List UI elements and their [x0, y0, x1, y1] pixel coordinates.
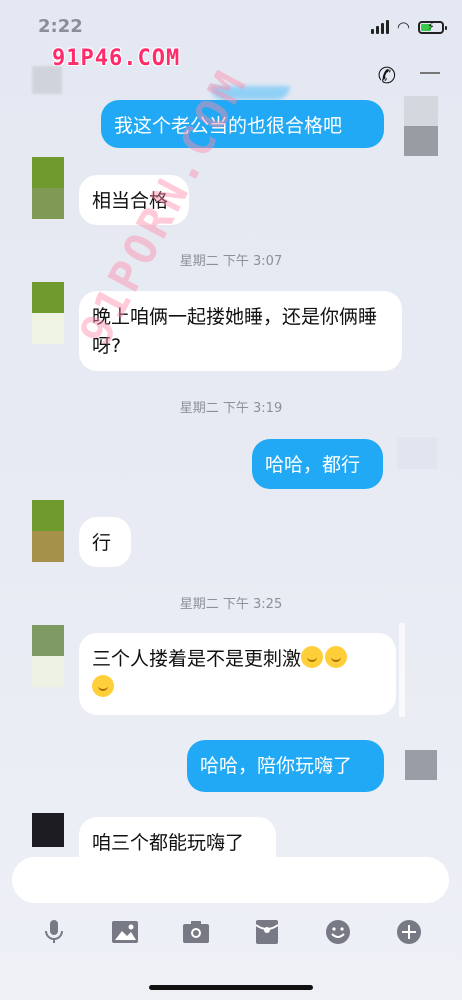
message-bubble-outgoing[interactable]: 哈哈，都行 [252, 439, 383, 489]
yawning-emoji-icon [92, 675, 114, 697]
my-avatar[interactable] [397, 437, 437, 469]
message-bubble-outgoing[interactable]: 哈哈，陪你玩嗨了 [187, 740, 384, 792]
my-avatar[interactable] [405, 750, 437, 780]
message-text: 三个人搂着是不是更刺激 [92, 648, 302, 670]
emoji-icon[interactable] [320, 914, 356, 950]
timestamp: 星期二 下午 3:07 [179, 254, 283, 269]
status-bar: 2:22 ◠ ⚡ [0, 0, 462, 50]
input-toolbar [0, 912, 462, 952]
red-packet-icon[interactable] [249, 914, 285, 950]
more-menu-icon[interactable] [420, 72, 440, 74]
message-text: 行 [92, 532, 112, 554]
contact-avatar[interactable] [32, 500, 64, 562]
contact-avatar[interactable] [32, 625, 64, 687]
message-text: 哈哈，都行 [265, 454, 361, 476]
divider [399, 623, 405, 717]
battery-icon: ⚡ [418, 20, 447, 34]
message-input[interactable] [12, 857, 449, 903]
message-bubble-incoming[interactable]: 三个人搂着是不是更刺激 [79, 633, 396, 715]
message-text: 咱三个都能玩嗨了 [92, 832, 245, 854]
home-indicator [149, 985, 313, 990]
status-icons: ◠ ⚡ [370, 18, 447, 36]
yawning-emoji-icon [301, 646, 324, 668]
camera-icon[interactable] [178, 914, 214, 950]
microphone-icon[interactable] [36, 914, 72, 950]
status-time: 2:22 [38, 16, 83, 37]
message-bubble-incoming[interactable]: 咱三个都能玩嗨了 [79, 817, 276, 857]
signal-icon [370, 20, 389, 34]
contact-avatar[interactable] [32, 157, 64, 219]
message-text: 哈哈，陪你玩嗨了 [200, 755, 353, 777]
message-bubble-incoming[interactable]: 行 [79, 517, 131, 567]
yawning-emoji-icon [325, 646, 348, 668]
back-button[interactable] [32, 66, 62, 94]
timestamp: 星期二 下午 3:19 [179, 401, 283, 416]
contact-avatar[interactable] [32, 813, 64, 847]
phone-call-icon[interactable]: ✆ [378, 64, 396, 89]
contact-avatar[interactable] [32, 282, 64, 344]
image-icon[interactable] [107, 914, 143, 950]
plus-icon[interactable] [391, 914, 427, 950]
wifi-icon: ◠ [396, 18, 410, 36]
my-avatar[interactable] [404, 96, 438, 158]
timestamp: 星期二 下午 3:25 [179, 597, 283, 612]
